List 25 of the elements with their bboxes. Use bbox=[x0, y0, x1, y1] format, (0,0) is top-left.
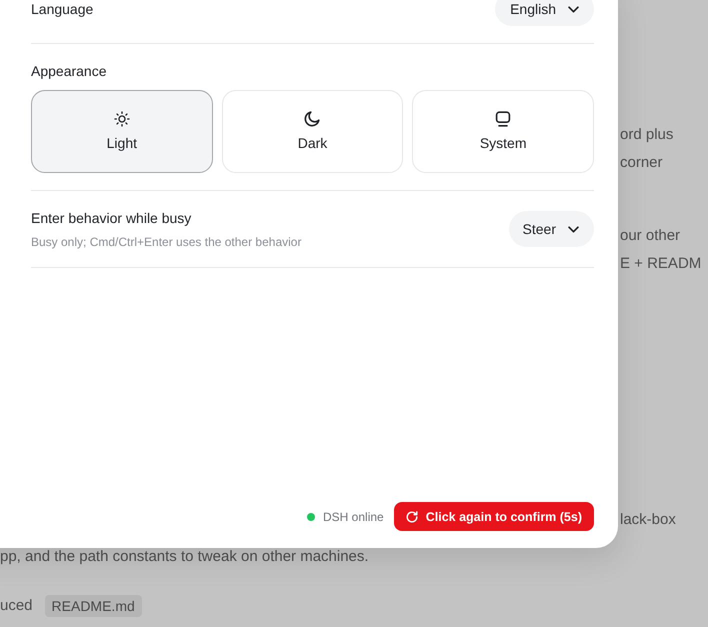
background-text: corner bbox=[620, 153, 663, 173]
theme-option[interactable]: System bbox=[412, 90, 594, 173]
confirm-button[interactable]: Click again to confirm (5s) bbox=[394, 502, 594, 531]
monitor-icon bbox=[495, 111, 512, 127]
chevron-down-icon bbox=[568, 226, 579, 232]
status-text: DSH online bbox=[323, 508, 384, 526]
background-text: pp, and the path constants to tweak on other machines. bbox=[0, 547, 369, 567]
behavior-dropdown[interactable]: Steer bbox=[508, 211, 594, 247]
sun-icon bbox=[114, 111, 130, 127]
moon-icon bbox=[304, 111, 320, 127]
language-dropdown[interactable]: English bbox=[495, 0, 594, 26]
background-text: E + READM bbox=[620, 254, 702, 274]
refresh-icon bbox=[406, 510, 418, 522]
language-label: Language bbox=[31, 0, 94, 19]
appearance-label: Appearance bbox=[31, 62, 108, 81]
background-text: our other bbox=[620, 226, 680, 246]
theme-option[interactable]: Light bbox=[31, 90, 213, 173]
enter-behavior-label: Enter behavior while busy bbox=[31, 209, 192, 228]
background-text: uced bbox=[0, 596, 33, 616]
chevron-down-icon bbox=[568, 6, 579, 12]
background-text: lack-box bbox=[620, 510, 676, 530]
background-text: ord plus bbox=[620, 125, 674, 145]
file-chip: README.md bbox=[44, 595, 142, 617]
theme-option[interactable]: Dark bbox=[222, 90, 404, 173]
enter-behavior-description: Busy only; Cmd/Ctrl+Enter uses the other behavior bbox=[31, 234, 302, 250]
